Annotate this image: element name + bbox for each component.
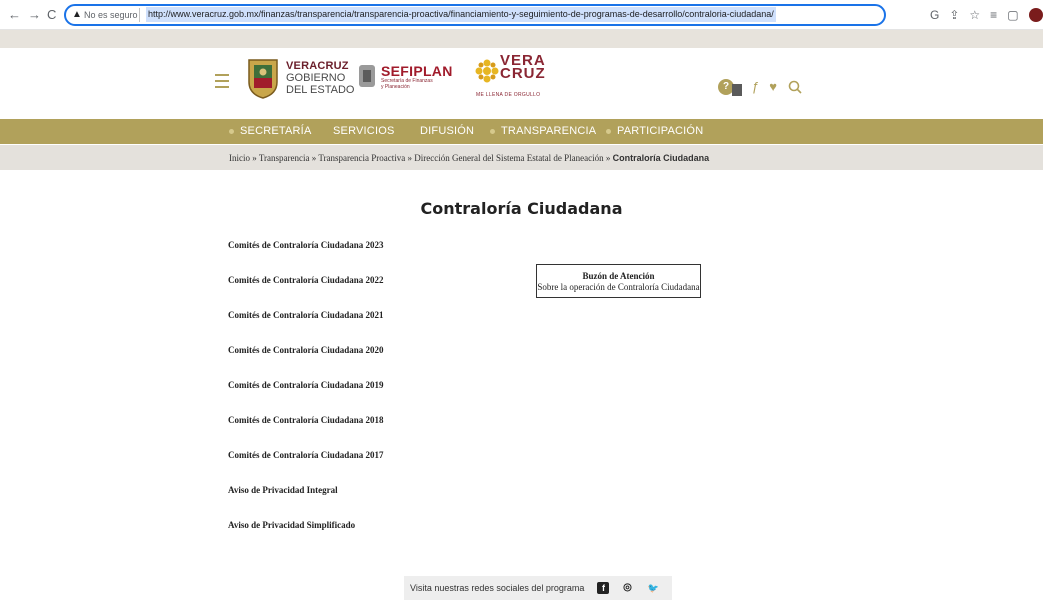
google-icon[interactable]: G xyxy=(930,7,939,23)
state-shield-icon[interactable] xyxy=(245,56,281,100)
browser-toolbar: ← → C ▲ No es seguro http://www.veracruz… xyxy=(0,0,1043,30)
reload-icon[interactable]: C xyxy=(47,7,56,23)
link-comites-2020[interactable]: Comités de Contraloría Ciudadana 2020 xyxy=(228,345,384,380)
top-strip xyxy=(0,30,1043,48)
tab-icon[interactable]: ▢ xyxy=(1007,7,1018,23)
veracruz-wordmark[interactable]: VERA CRUZ xyxy=(500,53,546,82)
page-title: Contraloría Ciudadana xyxy=(420,199,623,218)
sefiplan-emblem-icon[interactable] xyxy=(356,62,378,90)
divider xyxy=(139,8,140,22)
breadcrumb-current: Contraloría Ciudadana xyxy=(612,153,710,163)
breadcrumb-item-inicio[interactable]: Inicio xyxy=(229,153,250,163)
nav-item-participacion[interactable]: PARTICIPACIÓN xyxy=(617,125,703,137)
forward-icon[interactable]: → xyxy=(28,7,41,23)
reading-list-icon[interactable]: ≡ xyxy=(990,7,997,23)
social-footer-text: Visita nuestras redes sociales del progr… xyxy=(410,583,585,593)
vera-line-2: CRUZ xyxy=(500,65,546,82)
breadcrumb-separator: » xyxy=(605,153,611,163)
link-comites-2018[interactable]: Comités de Contraloría Ciudadana 2018 xyxy=(228,415,384,450)
nav-bullet-icon xyxy=(606,129,611,134)
main-nav: SECRETARÍA SERVICIOS DIFUSIÓN TRANSPAREN… xyxy=(0,119,1043,144)
breadcrumb-separator: » xyxy=(252,153,257,163)
breadcrumb-separator: » xyxy=(311,153,317,163)
facebook-icon[interactable]: f xyxy=(597,582,610,594)
nav-item-secretaria[interactable]: SECRETARÍA xyxy=(240,125,311,137)
logo-line-3: DEL ESTADO xyxy=(286,84,355,96)
nav-item-transparencia[interactable]: TRANSPARENCIA xyxy=(501,125,596,137)
buzon-button[interactable]: Buzón de Atención Sobre la operación de … xyxy=(536,264,701,298)
nav-item-difusion[interactable]: DIFUSIÓN xyxy=(420,125,474,137)
link-comites-2022[interactable]: Comités de Contraloría Ciudadana 2022 xyxy=(228,275,384,310)
breadcrumb-separator: » xyxy=(407,153,412,163)
breadcrumb-item-direccion[interactable]: Dirección General del Sistema Estatal de… xyxy=(414,153,603,163)
nav-bullet-icon xyxy=(490,129,495,134)
buzon-title: Buzón de Atención xyxy=(582,271,655,281)
social-footer: Visita nuestras redes sociales del progr… xyxy=(404,576,673,600)
facebook-icon[interactable]: ƒ xyxy=(752,79,759,95)
link-comites-2023[interactable]: Comités de Contraloría Ciudadana 2023 xyxy=(228,240,384,275)
accessibility-icon[interactable] xyxy=(732,84,742,96)
browser-actions: G ⇪ ☆ ≡ ▢ xyxy=(930,7,1043,23)
nav-item-servicios[interactable]: SERVICIOS xyxy=(333,125,395,137)
twitter-icon[interactable]: ♥ xyxy=(769,79,777,95)
link-comites-2019[interactable]: Comités de Contraloría Ciudadana 2019 xyxy=(228,380,384,415)
header-social: ? ƒ ♥ xyxy=(718,78,803,96)
gobierno-logo[interactable]: VERACRUZ GOBIERNO DEL ESTADO xyxy=(286,60,354,96)
search-icon[interactable] xyxy=(787,79,803,95)
instagram-icon[interactable]: ◎ xyxy=(619,580,635,596)
link-comites-2021[interactable]: Comités de Contraloría Ciudadana 2021 xyxy=(228,310,384,345)
buzon-subtitle: Sobre la operación de Contraloría Ciudad… xyxy=(537,282,700,292)
sefiplan-title: SEFIPLAN xyxy=(381,63,453,79)
profile-icon[interactable] xyxy=(1028,8,1043,22)
share-icon[interactable]: ⇪ xyxy=(949,7,959,23)
breadcrumb-item-proactiva[interactable]: Transparencia Proactiva xyxy=(318,153,405,163)
link-aviso-simplificado[interactable]: Aviso de Privacidad Simplificado xyxy=(228,520,384,555)
sefiplan-subtitle-2: y Planeación xyxy=(381,84,410,90)
document-link-list: Comités de Contraloría Ciudadana 2023 Co… xyxy=(228,240,384,555)
menu-icon[interactable] xyxy=(215,74,229,88)
nav-bullet-icon xyxy=(229,129,234,134)
vera-slogan: ME LLENA DE ORGULLO xyxy=(476,92,541,98)
link-aviso-integral[interactable]: Aviso de Privacidad Integral xyxy=(228,485,384,520)
star-icon[interactable]: ☆ xyxy=(969,7,980,23)
breadcrumb: Inicio » Transparencia » Transparencia P… xyxy=(0,145,1043,170)
security-label[interactable]: No es seguro xyxy=(84,10,138,20)
twitter-icon[interactable]: 🐦 xyxy=(645,580,661,596)
sefiplan-logo[interactable]: SEFIPLAN Secretaría de Finanzas y Planea… xyxy=(381,64,453,90)
breadcrumb-item-transparencia[interactable]: Transparencia xyxy=(259,153,310,163)
veracruz-flower-icon[interactable] xyxy=(474,58,500,84)
link-comites-2017[interactable]: Comités de Contraloría Ciudadana 2017 xyxy=(228,450,384,485)
back-icon[interactable]: ← xyxy=(8,7,21,23)
address-bar[interactable]: ▲ No es seguro http://www.veracruz.gob.m… xyxy=(64,4,886,26)
warning-icon[interactable]: ▲ xyxy=(72,9,82,20)
url-text[interactable]: http://www.veracruz.gob.mx/finanzas/tran… xyxy=(146,7,776,22)
logo-line-1: VERACRUZ xyxy=(286,60,349,72)
site-header: VERACRUZ GOBIERNO DEL ESTADO SEFIPLAN Se… xyxy=(0,48,1043,118)
logo-line-2: GOBIERNO xyxy=(286,72,346,84)
